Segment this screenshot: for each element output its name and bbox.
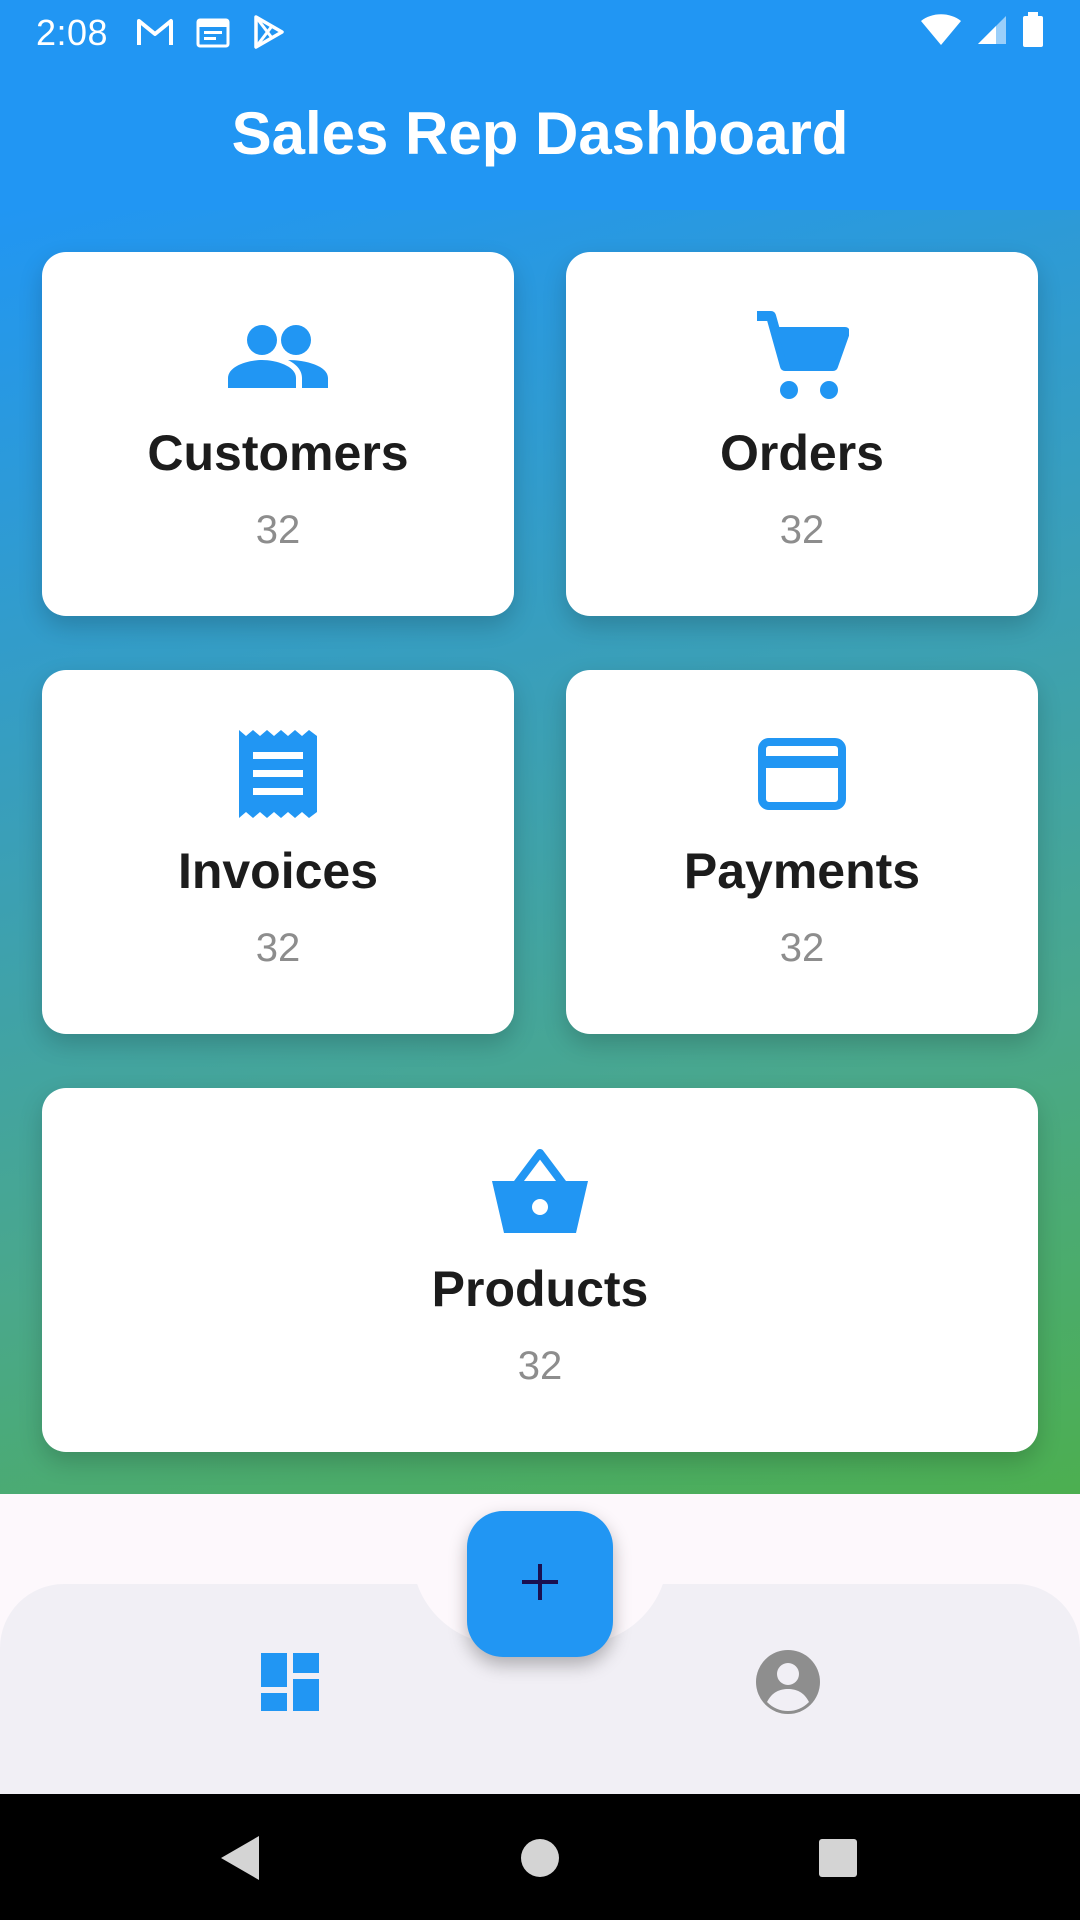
dashboard-icon bbox=[259, 1651, 321, 1718]
status-notification-icons bbox=[136, 14, 286, 55]
nav-profile-button[interactable] bbox=[738, 1644, 838, 1724]
card-count: 32 bbox=[779, 508, 825, 552]
status-time: 2:08 bbox=[36, 12, 109, 53]
add-fab-button[interactable] bbox=[467, 1511, 613, 1657]
basket-icon bbox=[490, 1144, 590, 1240]
card-count: 32 bbox=[779, 926, 825, 970]
invoices-card[interactable]: Invoices 32 bbox=[42, 670, 514, 1034]
card-label: Products bbox=[431, 1261, 649, 1317]
credit-card-icon bbox=[758, 726, 846, 822]
app-bar: Sales Rep Dashboard bbox=[0, 62, 1080, 210]
battery-icon bbox=[1022, 12, 1044, 53]
gmail-icon bbox=[136, 17, 174, 52]
cart-icon bbox=[755, 308, 849, 404]
card-count: 32 bbox=[517, 1344, 563, 1388]
receipt-icon bbox=[237, 726, 319, 822]
plus-icon bbox=[520, 1562, 560, 1607]
card-label: Customers bbox=[147, 425, 409, 481]
status-bar: 2:08 bbox=[0, 0, 1080, 62]
orders-card[interactable]: Orders 32 bbox=[566, 252, 1038, 616]
system-navigation-bar bbox=[0, 1794, 1080, 1920]
status-system-icons bbox=[920, 12, 1044, 53]
card-label: Payments bbox=[683, 843, 921, 899]
card-count: 32 bbox=[255, 508, 301, 552]
recents-icon bbox=[818, 1838, 858, 1883]
card-label: Orders bbox=[720, 425, 884, 481]
home-icon bbox=[520, 1838, 560, 1883]
back-button[interactable] bbox=[210, 1830, 270, 1890]
products-card[interactable]: Products 32 bbox=[42, 1088, 1038, 1452]
signal-icon bbox=[976, 14, 1008, 51]
back-icon bbox=[219, 1834, 261, 1887]
account-circle-icon bbox=[754, 1648, 822, 1721]
people-icon bbox=[228, 308, 328, 404]
home-button[interactable] bbox=[510, 1830, 570, 1890]
card-count: 32 bbox=[255, 926, 301, 970]
recents-button[interactable] bbox=[808, 1830, 868, 1890]
card-label: Invoices bbox=[177, 843, 379, 899]
payments-card[interactable]: Payments 32 bbox=[566, 670, 1038, 1034]
nav-dashboard-button[interactable] bbox=[240, 1644, 340, 1724]
page-title: Sales Rep Dashboard bbox=[231, 99, 849, 167]
customers-card[interactable]: Customers 32 bbox=[42, 252, 514, 616]
dashboard-grid: Customers 32 Orders 32 Invoices 32 Payme… bbox=[0, 210, 1080, 1494]
calendar-icon bbox=[196, 16, 230, 53]
wifi-icon bbox=[920, 14, 962, 51]
play-store-icon bbox=[252, 14, 286, 55]
